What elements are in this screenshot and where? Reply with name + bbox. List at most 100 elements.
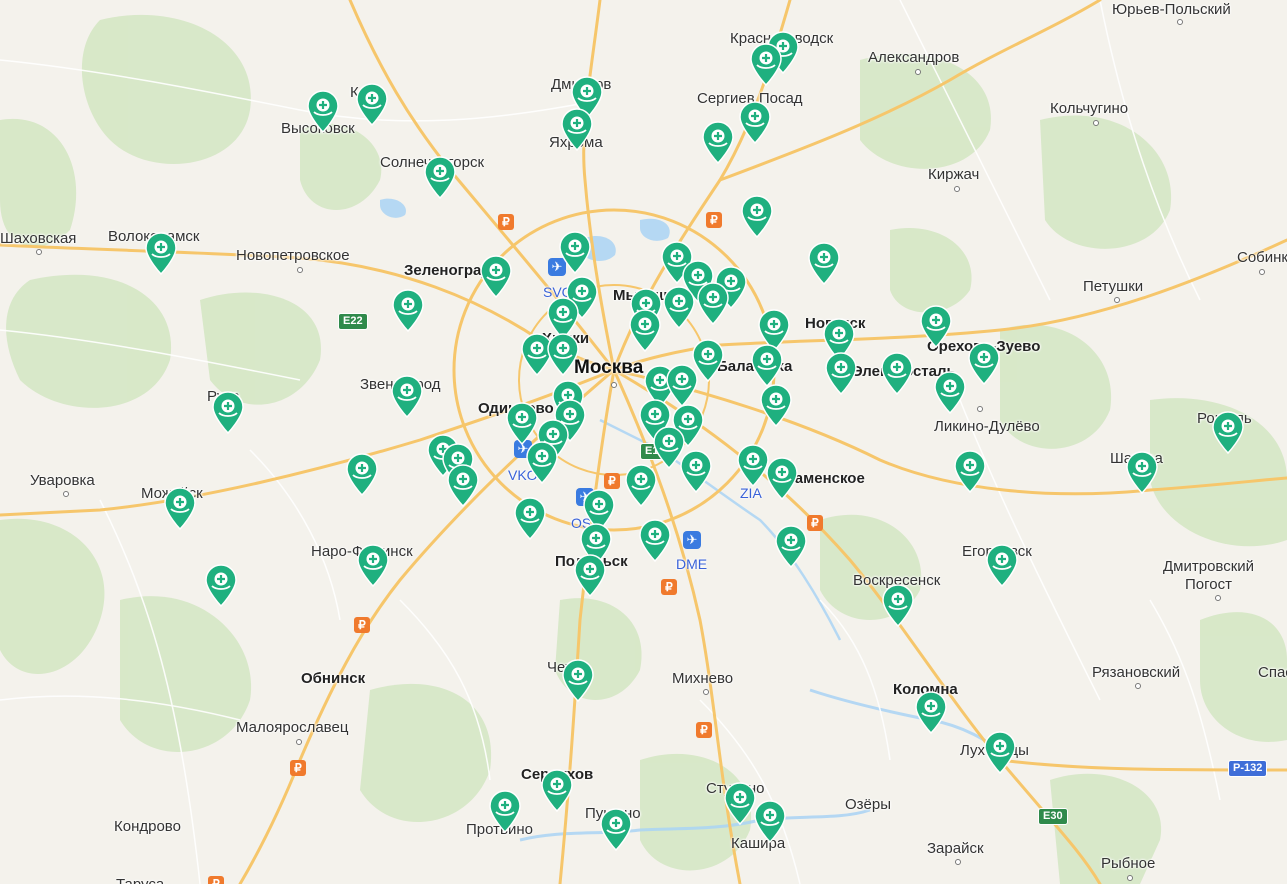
clinic-pin-icon[interactable] <box>143 231 179 276</box>
ruble-fuel-icon[interactable]: ₽ <box>696 722 712 738</box>
place-label-dme[interactable]: DME <box>676 557 707 571</box>
clinic-pin-icon[interactable] <box>623 463 659 508</box>
clinic-pin-icon[interactable] <box>545 332 581 377</box>
place-label-dmitrovsky-pogost[interactable]: Дмитровский Погост <box>1163 558 1254 594</box>
settlement-dot-zaraysk <box>955 859 961 865</box>
place-label-zaraysk[interactable]: Зарайск <box>927 841 984 856</box>
clinic-pin-icon[interactable] <box>354 82 390 127</box>
clinic-pin-icon[interactable] <box>524 440 560 485</box>
settlement-dot-yurev-polsky <box>1177 19 1183 25</box>
ruble-fuel-icon[interactable]: ₽ <box>208 876 224 884</box>
ruble-fuel-icon[interactable]: ₽ <box>604 473 620 489</box>
settlement-dot-petushki <box>1114 297 1120 303</box>
clinic-pin-icon[interactable] <box>1124 450 1160 495</box>
place-label-obninsk[interactable]: Обнинск <box>301 671 365 686</box>
clinic-pin-icon[interactable] <box>773 524 809 569</box>
place-label-novopetrovskoe[interactable]: Новопетровское <box>236 248 350 263</box>
ruble-fuel-icon[interactable]: ₽ <box>498 214 514 230</box>
ruble-fuel-icon[interactable]: ₽ <box>354 617 370 633</box>
place-label-spas[interactable]: Спас <box>1258 665 1287 680</box>
clinic-pin-icon[interactable] <box>598 807 634 852</box>
settlement-dot-maloyaroslavets <box>296 739 302 745</box>
clinic-pin-icon[interactable] <box>982 730 1018 775</box>
place-label-maloyaroslavets[interactable]: Малоярославец <box>236 720 348 735</box>
clinic-pin-icon[interactable] <box>478 254 514 299</box>
place-label-tarusa[interactable]: Таруса <box>116 877 164 884</box>
place-label-likino-dulevo[interactable]: Ликино-Дулёво <box>934 419 1040 434</box>
clinic-pin-icon[interactable] <box>913 690 949 735</box>
settlement-dot-rybnoe <box>1127 875 1133 881</box>
clinic-pin-icon[interactable] <box>422 155 458 200</box>
clinic-pin-icon[interactable] <box>932 370 968 415</box>
clinic-pin-icon[interactable] <box>305 89 341 134</box>
clinic-pin-icon[interactable] <box>390 288 426 333</box>
clinic-pin-icon[interactable] <box>559 107 595 152</box>
clinic-pin-icon[interactable] <box>700 120 736 165</box>
place-label-kirzhach[interactable]: Киржач <box>928 167 979 182</box>
airplane-icon[interactable]: ✈ <box>683 531 701 549</box>
ruble-fuel-icon[interactable]: ₽ <box>661 579 677 595</box>
road-shield-e30: E30 <box>1038 808 1068 825</box>
clinic-pin-icon[interactable] <box>764 456 800 501</box>
map-canvas[interactable]: Юрьев-ПольскийКраснозаводскАлександровДм… <box>0 0 1287 884</box>
settlement-dot-aleksandrov <box>915 69 921 75</box>
place-label-moskva[interactable]: Москва <box>574 358 643 377</box>
clinic-pin-icon[interactable] <box>557 230 593 275</box>
place-label-uvarovka[interactable]: Уваровка <box>30 473 95 488</box>
clinic-pin-icon[interactable] <box>355 543 391 588</box>
place-label-mikhnevo[interactable]: Михнево <box>672 671 733 686</box>
settlement-dot-moskva <box>611 382 617 388</box>
ruble-fuel-icon[interactable]: ₽ <box>706 212 722 228</box>
clinic-pin-icon[interactable] <box>984 543 1020 588</box>
clinic-pin-icon[interactable] <box>966 341 1002 386</box>
clinic-pin-icon[interactable] <box>806 241 842 286</box>
clinic-pin-icon[interactable] <box>739 194 775 239</box>
clinic-pin-icon[interactable] <box>637 518 673 563</box>
clinic-pin-icon[interactable] <box>487 789 523 834</box>
clinic-pin-icon[interactable] <box>879 351 915 396</box>
clinic-pin-icon[interactable] <box>737 100 773 145</box>
clinic-pin-icon[interactable] <box>512 496 548 541</box>
clinic-pin-icon[interactable] <box>752 799 788 844</box>
ruble-fuel-icon[interactable]: ₽ <box>807 515 823 531</box>
place-label-ozery[interactable]: Озёры <box>845 797 891 812</box>
place-label-kolchugino[interactable]: Кольчугино <box>1050 101 1128 116</box>
clinic-pin-icon[interactable] <box>952 449 988 494</box>
place-label-shakhovskaya[interactable]: Шаховская <box>0 231 76 246</box>
road-shield-e22: E22 <box>338 313 368 330</box>
clinic-pin-icon[interactable] <box>203 563 239 608</box>
clinic-pin-icon[interactable] <box>749 343 785 388</box>
ruble-fuel-icon[interactable]: ₽ <box>290 760 306 776</box>
clinic-pin-icon[interactable] <box>572 553 608 598</box>
clinic-pin-icon[interactable] <box>539 768 575 813</box>
clinic-pin-icon[interactable] <box>695 281 731 326</box>
place-label-zia[interactable]: ZIA <box>740 486 762 500</box>
place-label-yurev-polsky[interactable]: Юрьев-Польский <box>1112 2 1231 17</box>
clinic-pin-icon[interactable] <box>918 304 954 349</box>
clinic-pin-icon[interactable] <box>627 308 663 353</box>
settlement-dot-uvarovka <box>63 491 69 497</box>
clinic-pin-icon[interactable] <box>748 42 784 87</box>
place-label-kondrovo[interactable]: Кондрово <box>114 819 181 834</box>
settlement-dot-kirzhach <box>954 186 960 192</box>
clinic-pin-icon[interactable] <box>389 374 425 419</box>
clinic-pin-icon[interactable] <box>758 383 794 428</box>
clinic-pin-icon[interactable] <box>1210 410 1246 455</box>
clinic-pin-icon[interactable] <box>560 658 596 703</box>
clinic-pin-icon[interactable] <box>162 486 198 531</box>
clinic-pin-icon[interactable] <box>678 449 714 494</box>
clinic-pin-icon[interactable] <box>210 390 246 435</box>
road-shield-p132: Р-132 <box>1228 760 1268 777</box>
place-label-rybnoe[interactable]: Рыбное <box>1101 856 1155 871</box>
place-label-sobinka[interactable]: Собинка <box>1237 250 1287 265</box>
settlement-dot-likino-dulevo <box>977 406 983 412</box>
place-label-petushki[interactable]: Петушки <box>1083 279 1143 294</box>
place-label-aleksandrov[interactable]: Александров <box>868 50 959 65</box>
clinic-pin-icon[interactable] <box>823 351 859 396</box>
settlement-dot-novopetrovskoe <box>297 267 303 273</box>
clinic-pin-icon[interactable] <box>880 583 916 628</box>
place-label-ryazanovsky[interactable]: Рязановский <box>1092 665 1180 680</box>
clinic-pin-icon[interactable] <box>344 452 380 497</box>
clinic-pin-icon[interactable] <box>661 285 697 330</box>
clinic-pin-icon[interactable] <box>445 463 481 508</box>
